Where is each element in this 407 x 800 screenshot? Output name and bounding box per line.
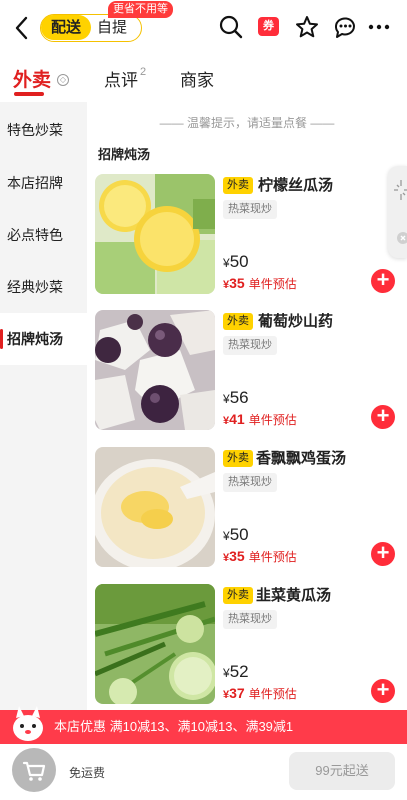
sidebar-item-label: 招牌炖汤: [7, 331, 63, 347]
chat-icon[interactable]: [332, 14, 358, 40]
dish-list: —— 温馨提示，请适量点餐 —— 招牌炖汤 外卖 柠檬丝瓜汤 热菜现炒 ¥50 …: [87, 102, 407, 710]
dish-tag: 热菜现炒: [223, 336, 277, 355]
dish-name: 葡萄炒山药: [258, 313, 334, 330]
checkout-button[interactable]: 99元起送: [289, 752, 395, 790]
price-value: 52: [229, 662, 249, 681]
dish-photo-leek-cucumber-soup[interactable]: [95, 584, 215, 704]
dish-tag: 热菜现炒: [223, 610, 277, 629]
takeout-badge: 外卖: [223, 587, 253, 604]
tab-takeout[interactable]: 外卖: [13, 65, 51, 92]
category-sidebar: 特色炒菜 本店招牌 必点特色 经典炒菜 招牌炖汤: [0, 102, 87, 710]
estimated-price: ¥35 单件预估: [223, 275, 297, 292]
sidebar-item-specialty-stir-fry[interactable]: 特色炒菜: [0, 104, 87, 156]
price-value: 56: [229, 388, 249, 407]
tab-active-indicator: [14, 92, 44, 96]
delivery-mode-toggle[interactable]: 配送 自提: [40, 14, 142, 42]
dish-tag: 热菜现炒: [223, 200, 277, 219]
currency-symbol: ¥: [223, 529, 230, 543]
dish-name: 韭菜黄瓜汤: [256, 587, 332, 604]
add-to-cart-button[interactable]: +: [371, 542, 395, 566]
estimated-price: ¥37 单件预估: [223, 685, 297, 702]
takeout-badge: 外卖: [223, 177, 253, 194]
dish-price: ¥50: [223, 252, 249, 272]
price-value: 50: [229, 252, 249, 271]
est-price-value: 37: [229, 685, 245, 701]
takeout-badge: 外卖: [223, 313, 253, 330]
more-icon[interactable]: [366, 14, 392, 40]
est-price-label: 单件预估: [248, 413, 297, 427]
tab-merchant[interactable]: 商家: [180, 66, 214, 91]
star-icon[interactable]: [294, 14, 320, 40]
category-title: 招牌炖汤: [98, 147, 151, 162]
add-to-cart-button[interactable]: +: [371, 269, 395, 293]
dish-item[interactable]: 外卖 香飘飘鸡蛋汤 热菜现炒 ¥50 ¥35 单件预估 +: [87, 447, 407, 577]
currency-symbol: ¥: [223, 256, 230, 270]
add-to-cart-button[interactable]: +: [371, 679, 395, 703]
dish-item[interactable]: 外卖 葡萄炒山药 热菜现炒 ¥56 ¥41 单件预估 +: [87, 310, 407, 440]
dish-price: ¥50: [223, 525, 249, 545]
sidebar-item-classic-stir-fry[interactable]: 经典炒菜: [0, 261, 87, 313]
dish-name: 香飘飘鸡蛋汤: [256, 450, 347, 467]
coupon-icon[interactable]: 券: [258, 17, 279, 36]
currency-symbol: ¥: [223, 666, 230, 680]
sidebar-item-must-order[interactable]: 必点特色: [0, 209, 87, 261]
takeout-info-icon[interactable]: ◇: [57, 74, 69, 86]
mascot-icon: [8, 704, 48, 744]
tab-reviews-count: 2: [140, 66, 147, 78]
pickup-promo-tag: 更省不用等: [108, 1, 173, 18]
est-price-value: 41: [229, 411, 245, 427]
back-icon[interactable]: [10, 14, 34, 42]
add-to-cart-button[interactable]: +: [371, 405, 395, 429]
currency-symbol: ¥: [223, 392, 230, 406]
sidebar-item-signature[interactable]: 本店招牌: [0, 157, 87, 209]
search-icon[interactable]: [218, 14, 244, 40]
est-price-label: 单件预估: [248, 277, 297, 291]
delivery-option[interactable]: 配送: [41, 15, 91, 40]
est-price-label: 单件预估: [248, 687, 297, 701]
est-price-value: 35: [229, 275, 245, 291]
dish-tag: 热菜现炒: [223, 473, 277, 492]
checkout-bar: 免运费 99元起送: [0, 744, 407, 800]
top-bar: 配送 自提 更省不用等 券: [0, 0, 407, 56]
dish-photo-lemon-soup[interactable]: [95, 174, 215, 294]
dish-name: 柠檬丝瓜汤: [258, 177, 334, 194]
dish-photo-grape-yam[interactable]: [95, 310, 215, 430]
dish-price: ¥56: [223, 388, 249, 408]
price-value: 50: [229, 525, 249, 544]
tab-reviews-label: 点评: [104, 71, 138, 90]
promo-text: 本店优惠 满10减13、满10减13、满39减1: [54, 719, 294, 734]
estimated-price: ¥35 单件预估: [223, 548, 297, 565]
ordering-tip: —— 温馨提示，请适量点餐 ——: [159, 116, 335, 130]
tab-reviews[interactable]: 点评 2: [104, 66, 146, 91]
sidebar-active-indicator: [0, 329, 3, 349]
cart-icon[interactable]: [12, 748, 56, 792]
estimated-price: ¥41 单件预估: [223, 411, 297, 428]
floating-widget[interactable]: [388, 166, 407, 258]
est-price-label: 单件预估: [248, 550, 297, 564]
free-delivery-label: 免运费: [69, 766, 106, 780]
dish-item[interactable]: 外卖 柠檬丝瓜汤 热菜现炒 ¥50 ¥35 单件预估 +: [87, 174, 407, 304]
dish-price: ¥52: [223, 662, 249, 682]
store-tabs: 外卖 ◇ 点评 2 商家: [0, 56, 407, 102]
sidebar-item-signature-soup[interactable]: 招牌炖汤: [0, 313, 87, 365]
pickup-option[interactable]: 自提: [97, 15, 127, 40]
est-price-value: 35: [229, 548, 245, 564]
takeout-badge: 外卖: [223, 450, 253, 467]
dish-photo-egg-soup[interactable]: [95, 447, 215, 567]
store-promo-banner[interactable]: 本店优惠 满10减13、满10减13、满39减1: [0, 706, 407, 744]
dish-item[interactable]: 外卖 韭菜黄瓜汤 热菜现炒 ¥52 ¥37 单件预估 +: [87, 584, 407, 710]
